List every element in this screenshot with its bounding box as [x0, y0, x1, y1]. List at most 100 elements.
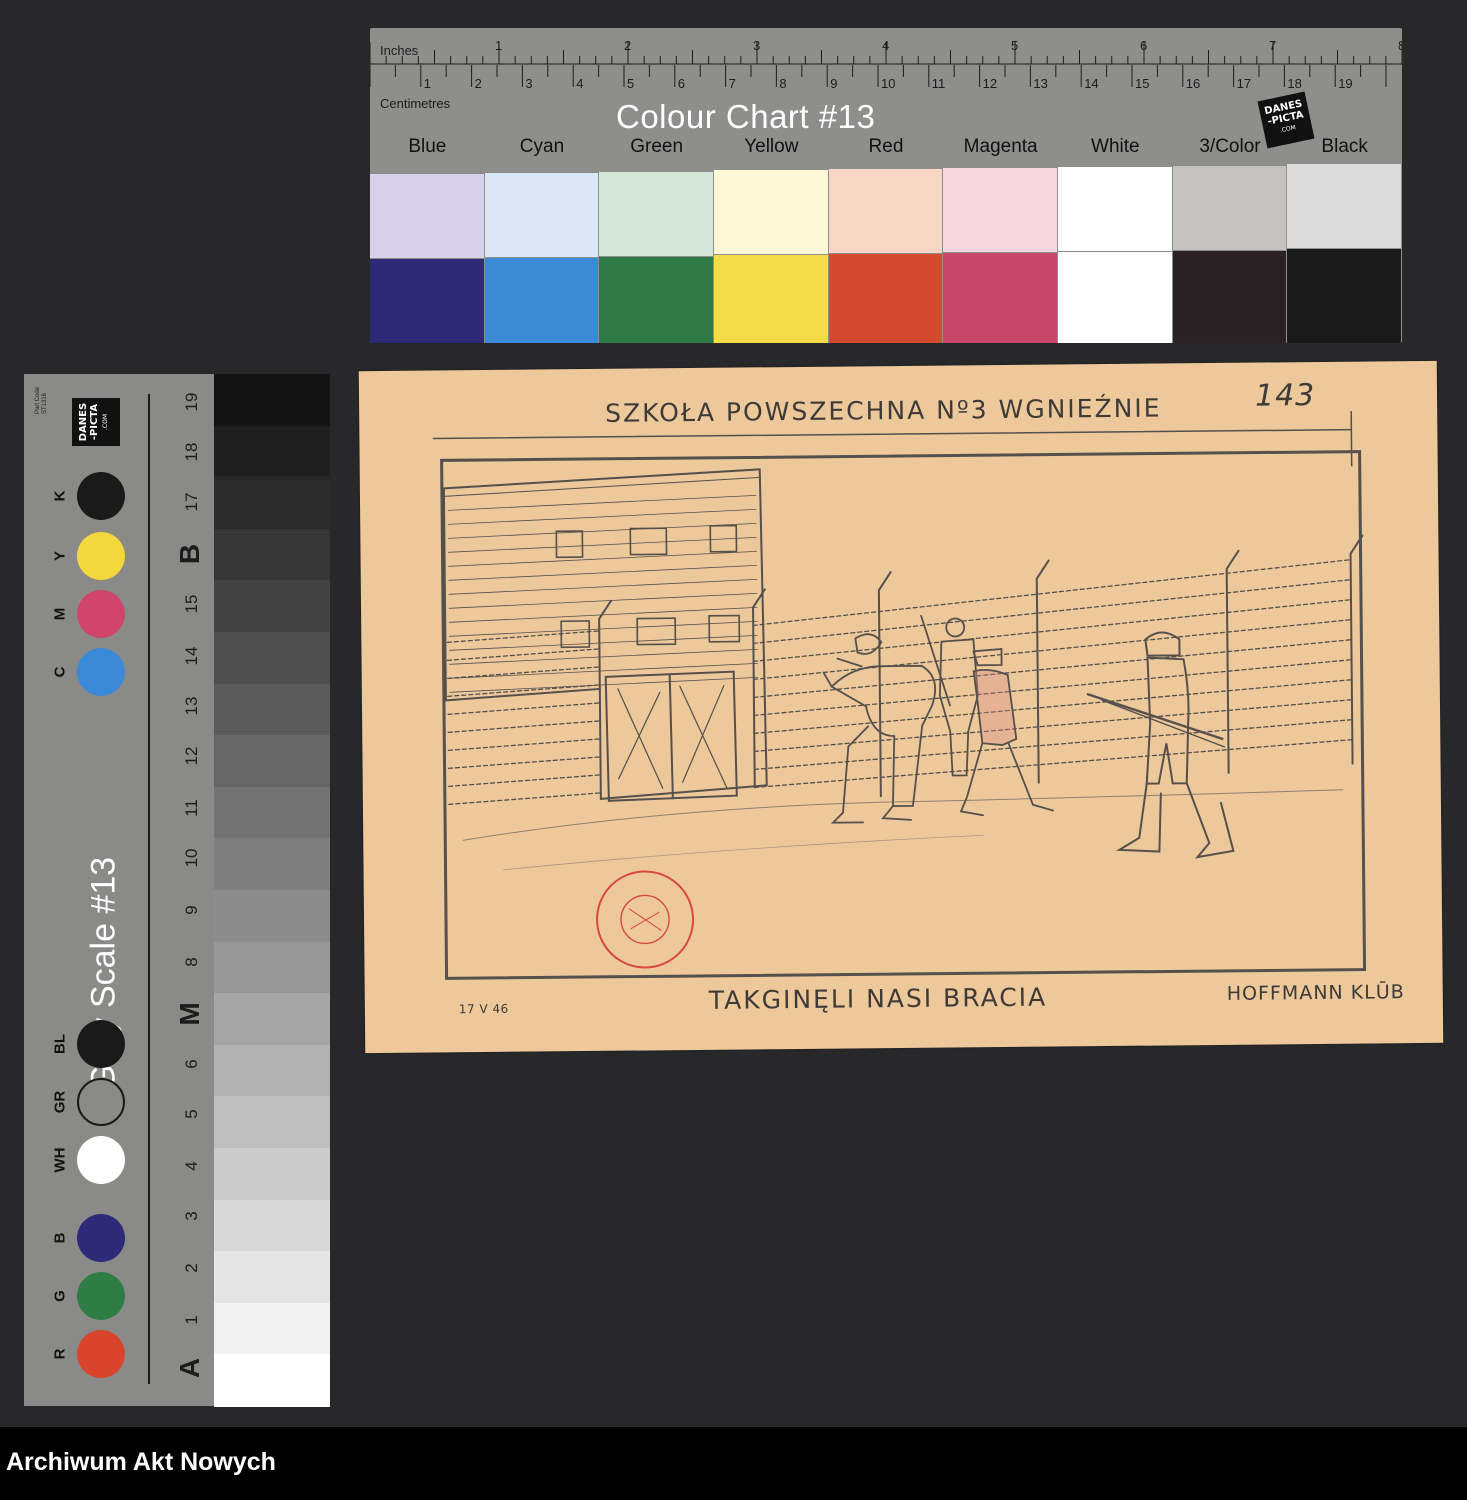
cm-number: 6: [678, 76, 685, 91]
swatch-grid: [370, 164, 1402, 343]
grey-step-number: 11: [182, 799, 201, 817]
barbed-wire-fence: [446, 534, 1364, 805]
swatch-dark-cyan: [484, 257, 599, 343]
inch-number: 2: [624, 38, 631, 53]
grey-step: [214, 683, 330, 737]
grey-step: [214, 1302, 330, 1356]
swatch-light-magenta: [943, 168, 1057, 252]
drawing-illustration: [432, 410, 1367, 980]
cm-number: 1: [424, 76, 431, 91]
footer-bar: Archiwum Akt Nowych: [0, 1427, 1467, 1500]
inch-number: 5: [1011, 38, 1018, 53]
grey-step: [214, 993, 330, 1046]
swatch-light-cyan: [484, 172, 599, 257]
grey-step-number: 18: [182, 442, 201, 462]
grey-step-strip: [214, 374, 330, 1407]
grey-step: [214, 580, 330, 633]
grey-step-number: 6: [182, 1059, 201, 1069]
colour-dot-label: R: [51, 1348, 69, 1360]
colour-dot: [77, 648, 125, 696]
swatch-dark-blue: [370, 259, 484, 343]
swatch-light-red: [828, 169, 943, 254]
grey-scale-card: Part Code ST1316 DANES -PICTA .COM Grey …: [24, 374, 330, 1407]
colour-dot: [77, 1330, 125, 1378]
inch-number: 4: [882, 38, 889, 53]
colour-dot: [77, 1214, 125, 1262]
colour-dot-label: WH: [51, 1147, 69, 1173]
danes-picta-logo: DANES -PICTA .COM: [72, 398, 120, 446]
inch-number: 8: [1398, 38, 1402, 53]
figure-soldier-rifle: [1086, 631, 1235, 859]
colour-dot-label: GR: [51, 1090, 69, 1114]
grey-step: [214, 1044, 330, 1098]
swatch-label: Yellow: [744, 136, 799, 157]
archive-stamp: [596, 870, 695, 969]
prison-building: [442, 468, 768, 802]
pencil-drawing-sheet: SZKOŁA POWSZECHNA Nº3 WGNIEŹNIE 143 TAKG…: [358, 360, 1444, 1054]
swatch-dark-green: [599, 256, 713, 343]
cm-number: 7: [729, 76, 736, 91]
colour-dot-label: G: [51, 1290, 69, 1302]
colour-dot-label: K: [51, 490, 69, 502]
grey-step: [214, 838, 330, 891]
swatch-label: Blue: [408, 136, 447, 157]
grey-step-number: 17: [182, 492, 201, 512]
colour-dot-label: Y: [51, 550, 69, 562]
swatch-dark-yellow: [714, 255, 828, 343]
cm-number: 12: [983, 76, 997, 91]
grey-step-number: 5: [182, 1109, 201, 1119]
cm-number: 9: [830, 76, 837, 91]
grey-step-number: 15: [182, 594, 201, 614]
cm-number: 11: [932, 76, 946, 91]
swatch-label: Magenta: [963, 136, 1038, 157]
swatch-dark-black: [1287, 249, 1401, 343]
cm-number: 3: [525, 76, 532, 91]
swatch-label: Cyan: [519, 136, 565, 157]
grey-step-letter: B: [174, 543, 205, 565]
cm-number: 8: [779, 76, 786, 91]
colour-chart-title: Colour Chart #13: [616, 98, 876, 135]
cm-number: 14: [1084, 76, 1098, 91]
colour-dot: [77, 532, 125, 580]
grey-step: [214, 632, 330, 685]
swatch-label: Green: [630, 136, 684, 157]
swatch-light-green: [599, 171, 713, 256]
grey-step: [214, 941, 330, 995]
grey-step-number: 9: [182, 905, 201, 915]
inch-number: 1: [495, 38, 502, 53]
date-note: 17 V 46: [458, 1001, 509, 1017]
swatch-light-black: [1287, 164, 1401, 249]
scale-line: [148, 394, 150, 1384]
drawing-caption: TAKGINĘLI NASI BRACIA: [708, 982, 1048, 1015]
author-signature: HOFFMANN KLŪB: [1226, 981, 1405, 1005]
swatch-dark-red: [828, 254, 943, 343]
grey-step: [214, 1096, 330, 1149]
grey-step: [214, 890, 330, 943]
grey-step-number: 1: [182, 1315, 201, 1325]
grey-step-number: 13: [182, 696, 201, 716]
building-gate: [604, 670, 738, 802]
cm-number: 4: [576, 76, 583, 91]
page-number: 143: [1254, 378, 1316, 414]
grey-step: [214, 1354, 330, 1407]
colour-dot: [77, 472, 125, 520]
grey-step-number: 4: [182, 1161, 201, 1171]
grey-step: [214, 528, 330, 582]
grey-step: [214, 1251, 330, 1304]
grey-step: [214, 735, 330, 788]
cm-number: 16: [1186, 76, 1200, 91]
grey-step: [214, 374, 330, 427]
grey-step-number: 3: [182, 1211, 201, 1221]
swatch-label: 3/Color: [1199, 136, 1261, 157]
inch-number: 3: [753, 38, 760, 53]
top-rule: [432, 428, 1353, 440]
swatch-light-3-color: [1172, 165, 1287, 250]
swatch-dark-3-color: [1172, 250, 1287, 343]
colour-chart: 1 2 3 4 5 6 7 8 1 2 3 4 5 6 7 8 9 10 11 12 13 14 15 16 17 18 19 In…: [370, 28, 1402, 343]
school-header-text: SZKOŁA POWSZECHNA Nº3 WGNIEŹNIE: [605, 393, 1162, 428]
colour-dot: [77, 1136, 125, 1184]
ruler-centimetres-label: Centimetres: [380, 96, 451, 111]
cm-number: 15: [1135, 76, 1149, 91]
colour-dot-label: B: [51, 1232, 69, 1244]
cm-number: 13: [1033, 76, 1047, 91]
